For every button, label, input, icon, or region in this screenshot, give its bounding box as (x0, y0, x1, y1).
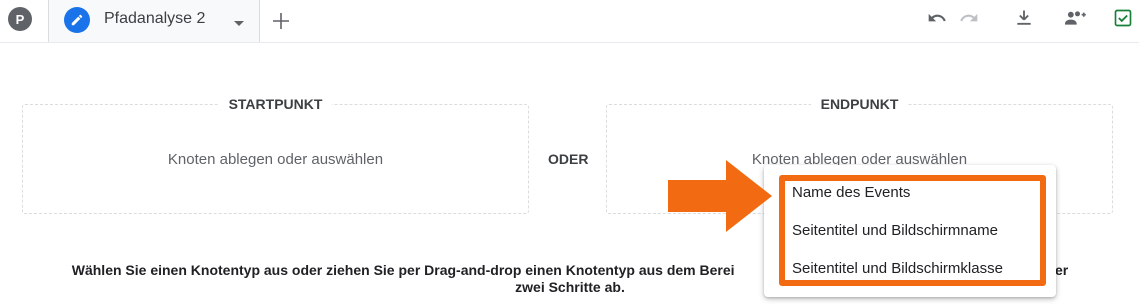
plus-icon (273, 13, 289, 29)
start-point-title: STARTPUNKT (218, 96, 333, 112)
start-point-placeholder: Knoten ablegen oder auswählen (167, 151, 384, 168)
download-icon (1017, 10, 1031, 25)
redo-button[interactable] (957, 6, 981, 30)
highlight-box (779, 175, 1046, 286)
end-point-title: ENDPUNKT (810, 96, 909, 112)
save-button[interactable] (1111, 6, 1135, 30)
pencil-icon (64, 7, 90, 33)
user-avatar[interactable]: P (8, 7, 32, 31)
save-check-icon (1114, 9, 1132, 27)
topbar-divider (0, 42, 1139, 43)
instructions-line1: Wählen Sie einen Knotentyp aus oder zieh… (71, 262, 735, 278)
share-users-icon (1065, 11, 1086, 25)
share-button[interactable] (1063, 6, 1087, 30)
undo-button[interactable] (925, 6, 949, 30)
top-bar: P Pfadanalyse 2 (0, 0, 1139, 42)
arrow-right-icon (668, 160, 772, 237)
redo-icon (960, 13, 978, 22)
download-button[interactable] (1012, 6, 1036, 30)
chevron-down-icon[interactable] (233, 15, 245, 33)
add-tab-button[interactable] (268, 8, 294, 34)
tab-label: Pfadanalyse 2 (104, 10, 206, 27)
tab-pfadanalyse[interactable]: Pfadanalyse 2 (48, 0, 260, 42)
or-label: ODER (548, 151, 589, 167)
undo-icon (928, 13, 946, 22)
start-point-dropzone[interactable]: STARTPUNKT Knoten ablegen oder auswählen (22, 96, 529, 214)
